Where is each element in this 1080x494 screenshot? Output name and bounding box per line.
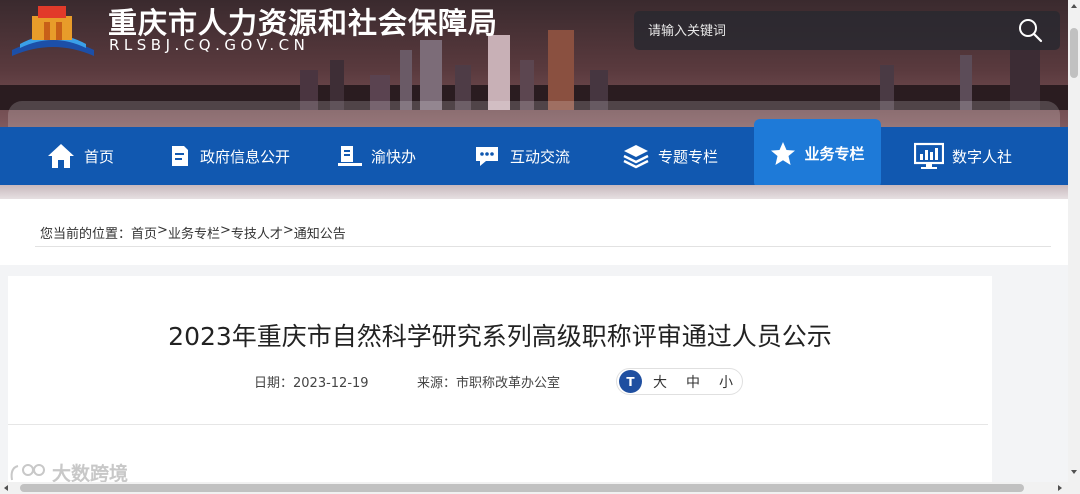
breadcrumb-separator: > <box>157 223 168 238</box>
nav-item-yukuaiban[interactable]: 渝快办 <box>337 127 416 185</box>
breadcrumb: 您当前的位置： 首页 > 业务专栏 > 专技人才 > 通知公告 <box>40 223 346 242</box>
scroll-right-arrow-icon[interactable] <box>1058 485 1062 491</box>
source-value: 市职称改革办公室 <box>456 376 561 391</box>
font-size-icon-text: T <box>626 374 635 389</box>
vertical-scrollbar[interactable] <box>1068 0 1080 494</box>
nav-item-gov-info[interactable]: 政府信息公开 <box>168 127 290 185</box>
nav-item-home[interactable]: 首页 <box>46 127 114 185</box>
font-size-large[interactable]: 大 <box>653 372 667 392</box>
watermark-logo-icon <box>10 463 45 480</box>
article-date: 日期：2023-12-19 <box>254 372 369 391</box>
star-icon <box>771 141 796 165</box>
font-size-control: T 大 中 小 <box>616 368 743 395</box>
nav-item-digital-hr[interactable]: 数字人社 <box>914 127 1012 185</box>
nav-label: 互动交流 <box>510 147 571 166</box>
chat-icon <box>476 147 498 166</box>
nav-label: 渝快办 <box>371 147 417 166</box>
nav-item-business[interactable]: 业务专栏 <box>754 119 881 188</box>
source-label: 来源： <box>417 376 457 391</box>
vertical-scroll-thumb[interactable] <box>1070 28 1078 78</box>
breadcrumb-separator: > <box>219 223 231 238</box>
nav-label: 首页 <box>84 147 115 166</box>
breadcrumb-business[interactable]: 业务专栏 <box>168 223 220 242</box>
monitor-chart-icon <box>914 142 944 169</box>
scroll-left-arrow-icon[interactable] <box>4 485 8 491</box>
nav-item-special-topics[interactable]: 专题专栏 <box>622 127 718 185</box>
font-size-icon: T <box>619 370 642 393</box>
search-icon[interactable] <box>1017 17 1043 43</box>
article-title: 2023年重庆市自然科学研究系列高级职称评审通过人员公示 <box>168 322 832 351</box>
breadcrumb-prefix: 您当前的位置： <box>40 227 132 242</box>
search-input[interactable] <box>648 21 1008 41</box>
breadcrumb-divider <box>35 246 1051 247</box>
search-box <box>634 11 1060 50</box>
article-divider <box>8 424 988 425</box>
breadcrumb-talents[interactable]: 专技人才 <box>231 223 283 242</box>
nav-label: 政府信息公开 <box>200 147 291 166</box>
font-size-small[interactable]: 小 <box>719 372 733 392</box>
desk-icon <box>338 146 362 166</box>
horizontal-scroll-thumb[interactable] <box>20 484 1024 492</box>
main-nav: 首页 政府信息公开 渝快办 互动交流 专题专栏 业务专栏 数字人社 <box>0 119 1068 188</box>
document-icon <box>172 146 188 166</box>
scroll-up-arrow-icon[interactable] <box>1071 4 1077 8</box>
nav-label: 数字人社 <box>952 147 1013 166</box>
scroll-down-arrow-icon[interactable] <box>1071 470 1077 474</box>
breadcrumb-separator: > <box>282 223 294 238</box>
nav-label: 专题专栏 <box>658 147 719 166</box>
site-domain: RLSBJ.CQ.GOV.CN <box>109 36 310 54</box>
nav-shadow-strip <box>0 185 1068 199</box>
font-size-medium[interactable]: 中 <box>686 372 700 392</box>
date-label: 日期： <box>254 376 294 391</box>
layers-icon <box>623 145 649 169</box>
home-icon <box>48 144 74 168</box>
nav-label: 业务专栏 <box>804 145 865 163</box>
breadcrumb-notices[interactable]: 通知公告 <box>294 223 346 242</box>
breadcrumb-home[interactable]: 首页 <box>131 223 157 242</box>
bureau-logo <box>12 6 94 56</box>
date-value: 2023-12-19 <box>293 376 369 391</box>
horizontal-scrollbar[interactable] <box>0 482 1068 494</box>
nav-item-interaction[interactable]: 互动交流 <box>474 127 570 185</box>
article-source: 来源：市职称改革办公室 <box>417 372 560 391</box>
